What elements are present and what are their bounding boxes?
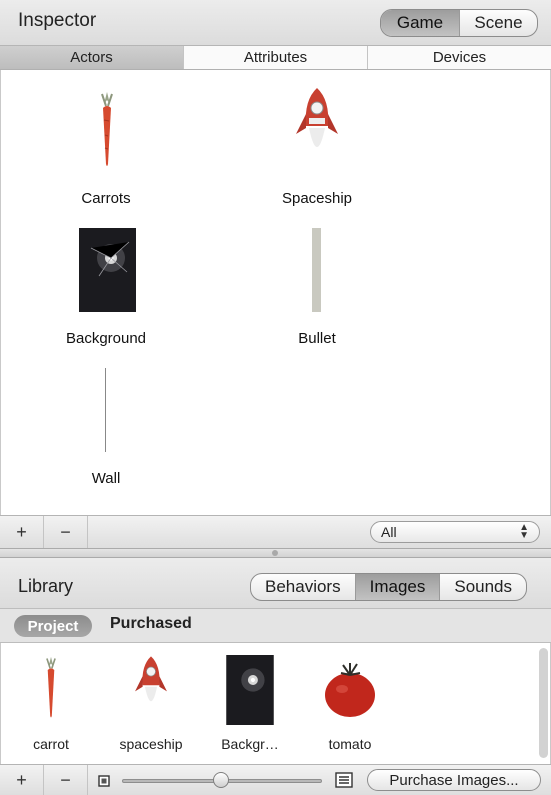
tab-purchased[interactable]: Purchased (110, 615, 192, 633)
actor-label: Background (65, 330, 147, 347)
library-image-background[interactable]: Backgr… (205, 651, 295, 759)
actor-filter-value: All (381, 524, 397, 540)
splitter-handle-icon[interactable] (272, 550, 278, 556)
library-image-tomato[interactable]: tomato (305, 651, 395, 759)
image-label: tomato (328, 736, 372, 752)
scene-toggle-button[interactable]: Scene (459, 10, 537, 36)
slider-knob[interactable] (213, 772, 229, 788)
images-scrollbar[interactable] (539, 648, 548, 758)
starfield-icon (226, 655, 274, 725)
tab-project[interactable]: Project (14, 615, 92, 637)
actor-item-spaceship[interactable]: Spaceship (237, 88, 397, 220)
carrot-icon (101, 92, 113, 166)
actor-filter-select[interactable]: All ▲ ▼ (370, 521, 540, 543)
add-image-button[interactable]: + (0, 765, 44, 795)
inspector-title: Inspector (18, 10, 97, 31)
tab-behaviors[interactable]: Behaviors (251, 574, 355, 600)
add-actor-button[interactable]: + (0, 516, 44, 548)
select-arrows-icon: ▲ ▼ (519, 522, 529, 541)
carrot-icon (46, 656, 56, 718)
actor-item-wall[interactable]: Wall (26, 365, 186, 495)
rocket-icon (296, 88, 338, 147)
remove-image-button[interactable]: − (44, 765, 88, 795)
tomato-icon (325, 663, 375, 717)
tab-actors[interactable]: Actors (0, 46, 183, 69)
actor-label: Spaceship (281, 190, 353, 207)
library-tabs: Behaviors Images Sounds (250, 573, 528, 601)
tab-sounds[interactable]: Sounds (439, 574, 526, 600)
purchase-images-button[interactable]: Purchase Images... (367, 769, 541, 791)
rocket-icon (135, 656, 167, 702)
game-toggle-button[interactable]: Game (381, 10, 459, 36)
tab-images[interactable]: Images (354, 574, 440, 600)
inspector-tabs: Actors Attributes Devices (0, 46, 551, 70)
library-image-spaceship[interactable]: spaceship (106, 651, 196, 759)
image-label: spaceship (119, 736, 183, 752)
large-thumbnail-icon (335, 772, 353, 788)
bullet-bar-icon (312, 228, 321, 312)
actor-item-carrots[interactable]: Carrots (26, 90, 186, 220)
images-pane: carrot spaceship Backgr… tomato (0, 643, 551, 764)
wall-line-icon (105, 368, 106, 452)
small-thumbnail-icon (98, 775, 110, 787)
actor-item-background[interactable]: Background (26, 225, 186, 355)
actor-label: Bullet (298, 330, 336, 347)
library-title: Library (18, 576, 74, 596)
tab-attributes[interactable]: Attributes (183, 46, 367, 69)
tab-devices[interactable]: Devices (367, 46, 551, 69)
game-scene-toggle[interactable]: Game Scene (380, 9, 538, 37)
starfield-icon (79, 228, 136, 312)
actor-label: Carrots (81, 190, 131, 207)
library-image-carrot[interactable]: carrot (6, 651, 96, 759)
image-label: carrot (33, 736, 69, 752)
actors-pane: Carrots Spaceship Background Bullet Wall (0, 70, 551, 515)
actor-label: Wall (91, 470, 121, 487)
remove-actor-button[interactable]: − (44, 516, 88, 548)
actor-item-bullet[interactable]: Bullet (237, 225, 397, 355)
image-label: Backgr… (221, 736, 279, 752)
